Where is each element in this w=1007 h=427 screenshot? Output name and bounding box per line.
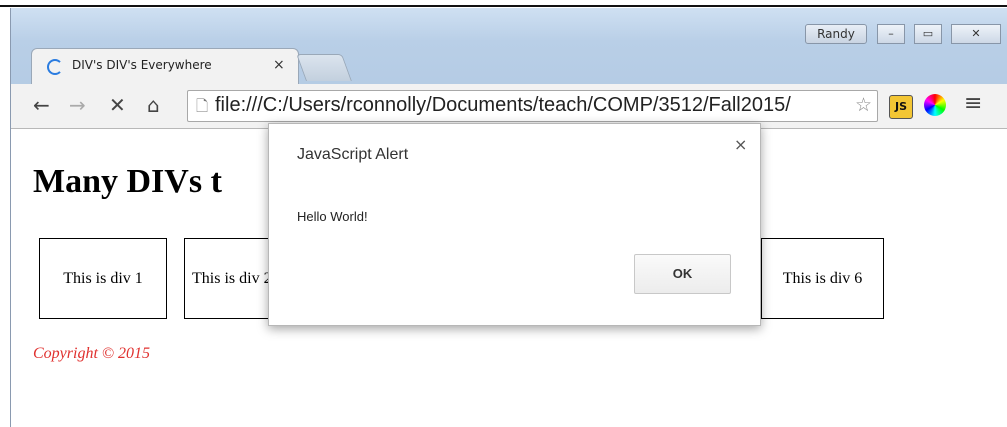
page-icon: 🗋 (196, 97, 209, 115)
user-profile-button[interactable]: Randy (805, 24, 867, 44)
bookmark-star-icon[interactable]: ☆ (854, 94, 872, 116)
color-wheel-icon[interactable] (924, 94, 946, 116)
dialog-close-icon[interactable]: × (734, 135, 747, 154)
div-box-6: This is div 6 (761, 238, 884, 319)
div-box-1: This is div 1 (39, 238, 167, 319)
maximize-button[interactable]: ▭ (914, 24, 942, 44)
minimize-button[interactable]: – (877, 24, 905, 44)
tab-close-icon[interactable]: × (273, 57, 285, 73)
new-tab-button[interactable] (296, 54, 352, 81)
javascript-alert-dialog: JavaScript Alert × Hello World! OK (268, 123, 761, 326)
url-text[interactable]: file:///C:/Users/rconnolly/Documents/tea… (215, 94, 791, 117)
stop-icon[interactable]: ✕ (109, 93, 126, 117)
browser-tab[interactable]: DIV's DIV's Everywhere × (31, 48, 299, 85)
top-border-line (0, 5, 1007, 7)
page-heading: Many DIVs t (33, 163, 222, 200)
close-window-button[interactable]: ✕ (951, 24, 1001, 44)
js-extension-icon[interactable]: JS (889, 95, 913, 119)
tab-title: DIV's DIV's Everywhere (72, 58, 212, 72)
home-icon[interactable]: ⌂ (147, 93, 160, 117)
back-arrow-icon[interactable]: ← (33, 93, 50, 117)
dialog-message: Hello World! (297, 209, 368, 224)
title-bar: Randy – ▭ ✕ DIV's DIV's Everywhere × (11, 8, 1007, 91)
forward-arrow-icon[interactable]: → (69, 93, 86, 117)
menu-icon[interactable]: ≡ (964, 91, 982, 116)
loading-spinner-icon (47, 59, 63, 75)
copyright-text: Copyright © 2015 (33, 345, 151, 362)
dialog-title: JavaScript Alert (297, 146, 409, 163)
ok-button[interactable]: OK (634, 254, 731, 294)
address-bar[interactable]: 🗋 file:///C:/Users/rconnolly/Documents/t… (187, 90, 878, 122)
